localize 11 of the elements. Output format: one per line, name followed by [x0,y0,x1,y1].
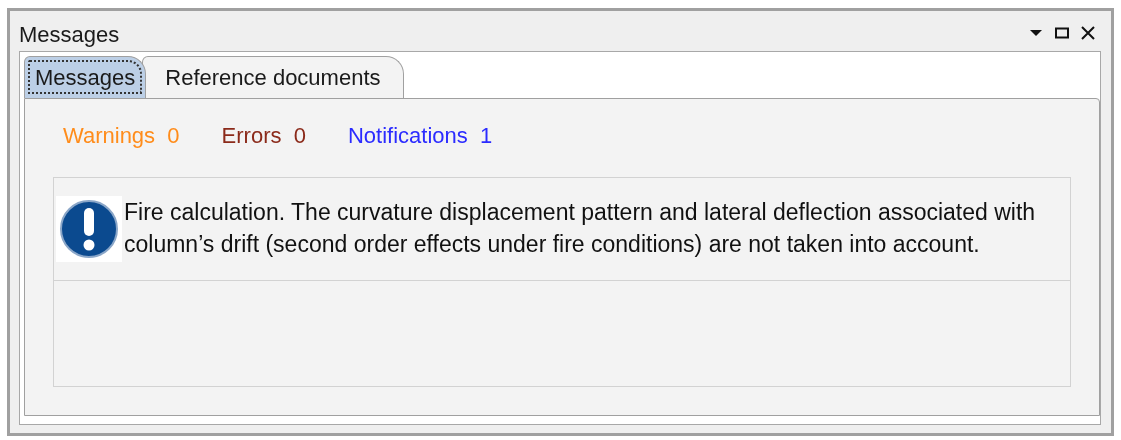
counter-label: Errors 0 [221,123,306,149]
tab[interactable]: Reference documents [142,56,404,98]
counter-label: Notifications 1 [347,123,493,149]
maximize-icon [1055,27,1069,39]
tab[interactable]: Messages [24,56,147,98]
caret-icon [1029,29,1043,37]
message-text: Fire calculation. The curvature displacement pattern and lateral deflection associated with column’s drift (second order effects under fire conditions) are not taken into account. [124,198,1037,259]
exclamation-icon [56,196,122,262]
counter-label: Warnings 0 [63,123,180,149]
close-icon [1081,26,1095,40]
window-title: Messages [19,21,121,48]
